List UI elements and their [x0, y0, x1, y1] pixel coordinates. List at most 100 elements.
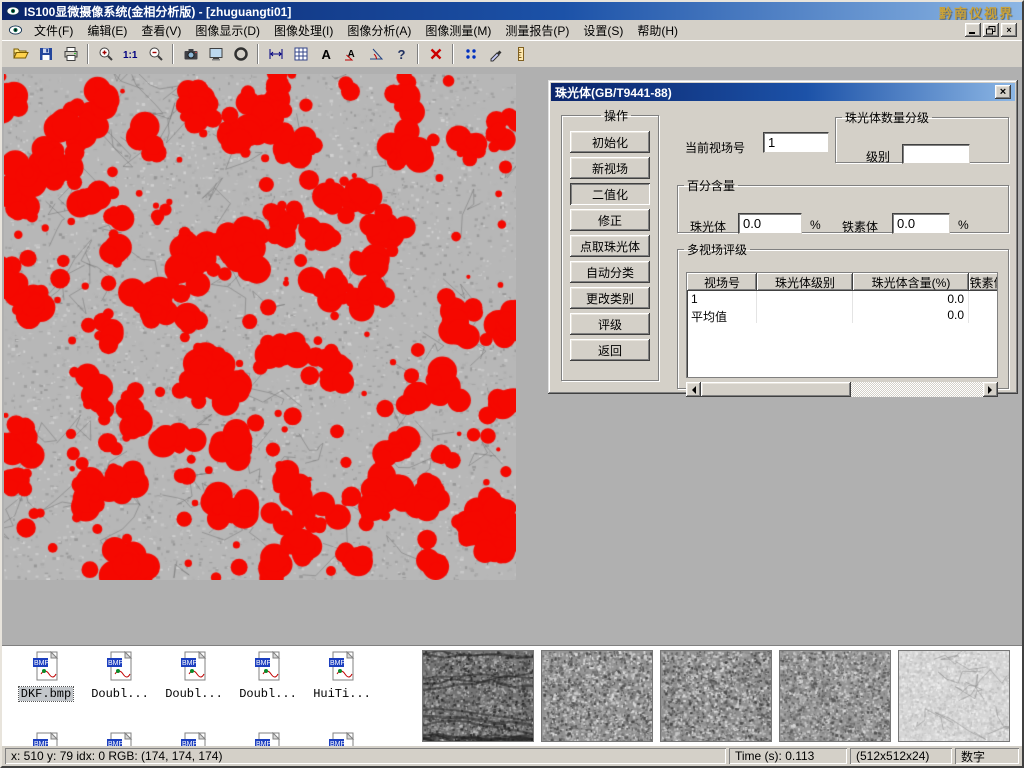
scrollbar-thumb[interactable]: [701, 382, 851, 397]
pearlite-percent-input[interactable]: [738, 213, 802, 234]
zoom-in-button[interactable]: [93, 43, 118, 66]
camera-button[interactable]: [178, 43, 203, 66]
help-icon: ?: [393, 46, 409, 62]
current-field-input[interactable]: [763, 132, 829, 153]
level-input[interactable]: [902, 144, 970, 164]
caliper-button[interactable]: [263, 43, 288, 66]
toolbar-separator: [452, 44, 454, 64]
current-field-label: 当前视场号: [685, 139, 745, 156]
points-button[interactable]: [458, 43, 483, 66]
cell-pearlite: 0.0: [853, 291, 969, 307]
save-button[interactable]: [33, 43, 58, 66]
text-button[interactable]: A: [313, 43, 338, 66]
file-item-partial[interactable]: BMP: [306, 732, 378, 746]
ferrite-percent-unit: %: [958, 218, 969, 232]
scrollbar-track[interactable]: [701, 382, 983, 397]
file-item-partial[interactable]: BMP: [84, 732, 156, 746]
status-position: x: 510 y: 79 idx: 0 RGB: (174, 174, 174): [5, 748, 726, 764]
grading-group: 珠光体数量分级 级别: [835, 109, 1009, 163]
file-item-partial[interactable]: BMP: [158, 732, 230, 746]
title-bar: IS100显微摄像系统(金相分析版) - [zhuguangti01] 黔南仪视…: [2, 2, 1022, 20]
rating-table: 视场号 珠光体级别 珠光体含量(%) 铁素体含量(%) 1 0.0: [686, 272, 998, 378]
pick-pearlite-button[interactable]: 点取珠光体: [570, 235, 650, 257]
level-label: 级别: [866, 148, 890, 165]
file-name: HuiTi...: [311, 687, 373, 701]
scroll-right-button[interactable]: [983, 382, 998, 397]
capture-button[interactable]: [228, 43, 253, 66]
close-button[interactable]: ×: [1001, 23, 1017, 37]
return-button[interactable]: 返回: [570, 339, 650, 361]
thumbnail-image[interactable]: [422, 650, 534, 742]
toolbar-separator: [172, 44, 174, 64]
thumbnail-image[interactable]: [541, 650, 653, 742]
pearlite-dialog: 珠光体(GB/T9441-88) × 操作 初始化 新视场 二值化 修正 点取珠…: [548, 80, 1018, 394]
zoom-out-button[interactable]: [143, 43, 168, 66]
actual-size-icon: 1:1: [122, 46, 140, 62]
file-item[interactable]: BMP Doubl...: [158, 651, 230, 701]
svg-text:BMP: BMP: [182, 660, 198, 667]
display-button[interactable]: [203, 43, 228, 66]
menu-measure-report[interactable]: 测量报告(P): [498, 19, 576, 42]
rate-button[interactable]: 评级: [570, 313, 650, 335]
menu-view[interactable]: 查看(V): [134, 19, 188, 42]
bmp-file-icon: BMP: [104, 732, 137, 746]
file-item-partial[interactable]: BMP: [232, 732, 304, 746]
dialog-close-button[interactable]: ×: [995, 85, 1011, 99]
thumbnail-image[interactable]: [898, 650, 1010, 742]
ruler-button[interactable]: [508, 43, 533, 66]
dialog-title: 珠光体(GB/T9441-88): [555, 84, 672, 101]
file-item[interactable]: BMP Doubl...: [232, 651, 304, 701]
grid-button[interactable]: [288, 43, 313, 66]
menu-file[interactable]: 文件(F): [27, 19, 80, 42]
auto-classify-button[interactable]: 自动分类: [570, 261, 650, 283]
menu-edit[interactable]: 编辑(E): [80, 19, 134, 42]
file-item-partial[interactable]: BMP: [10, 732, 82, 746]
scroll-left-button[interactable]: [686, 382, 701, 397]
picker-button[interactable]: [483, 43, 508, 66]
bmp-file-icon: BMP: [252, 732, 285, 746]
svg-text:?: ?: [397, 47, 405, 62]
file-panel: BMP DKF.bmp BMP Doubl... BMP: [2, 645, 1022, 746]
menu-image-display[interactable]: 图像显示(D): [188, 19, 267, 42]
menu-image-processing[interactable]: 图像处理(I): [267, 19, 340, 42]
actual-size-button[interactable]: 1:1: [118, 43, 143, 66]
thumbnail-image[interactable]: [660, 650, 772, 742]
percentage-group-label: 百分含量: [684, 177, 738, 194]
menu-image-measure[interactable]: 图像测量(M): [418, 19, 498, 42]
table-row[interactable]: 平均值 0.0: [687, 307, 997, 323]
file-item[interactable]: BMP Doubl...: [84, 651, 156, 701]
angle-button[interactable]: [363, 43, 388, 66]
status-image-size: (512x512x24): [850, 748, 952, 764]
micrograph-image[interactable]: [4, 74, 516, 580]
correct-button[interactable]: 修正: [570, 209, 650, 231]
cell-ferrite: [969, 291, 998, 307]
text-angle-button[interactable]: A: [338, 43, 363, 66]
print-icon: [63, 46, 79, 62]
menu-help[interactable]: 帮助(H): [630, 19, 685, 42]
print-button[interactable]: [58, 43, 83, 66]
dialog-title-bar[interactable]: 珠光体(GB/T9441-88) ×: [551, 83, 1015, 101]
delete-button[interactable]: [423, 43, 448, 66]
file-item[interactable]: BMP DKF.bmp: [10, 651, 82, 701]
ferrite-percent-input[interactable]: [892, 213, 950, 234]
table-row[interactable]: 1 0.0: [687, 291, 997, 307]
ferrite-label: 铁素体: [842, 218, 878, 235]
red-x-icon: [428, 46, 444, 62]
change-class-button[interactable]: 更改类别: [570, 287, 650, 309]
menu-image-analysis[interactable]: 图像分析(A): [340, 19, 418, 42]
menu-settings[interactable]: 设置(S): [576, 19, 630, 42]
binarize-button[interactable]: 二值化: [570, 183, 650, 205]
file-name: Doubl...: [237, 687, 299, 701]
thumbnail-image[interactable]: [779, 650, 891, 742]
file-item[interactable]: BMP HuiTi...: [306, 651, 378, 701]
bmp-file-icon: BMP: [178, 651, 211, 683]
minimize-button[interactable]: [965, 23, 981, 37]
toolbar-separator: [417, 44, 419, 64]
initialize-button[interactable]: 初始化: [570, 131, 650, 153]
cell-pearlite: 0.0: [853, 307, 969, 323]
right-arrow-icon: [988, 386, 996, 394]
open-button[interactable]: [8, 43, 33, 66]
help-button[interactable]: ?: [388, 43, 413, 66]
new-field-button[interactable]: 新视场: [570, 157, 650, 179]
restore-button[interactable]: [983, 23, 999, 37]
